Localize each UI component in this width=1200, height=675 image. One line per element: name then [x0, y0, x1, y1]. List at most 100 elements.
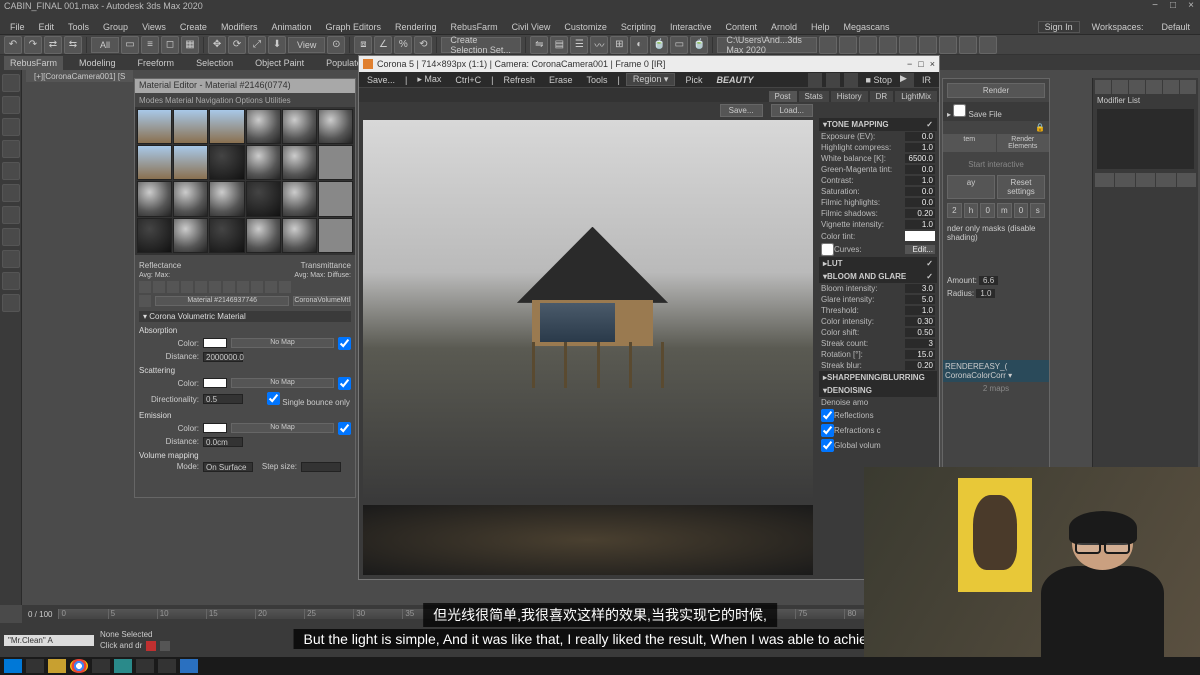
me-tool[interactable] [181, 281, 193, 293]
modstack-btn[interactable] [1136, 173, 1155, 187]
volmap-mode-dropdown[interactable]: On Surface [203, 462, 253, 472]
app-icon-3[interactable] [180, 659, 198, 673]
maximize-icon[interactable]: □ [1168, 1, 1178, 11]
rsetup-ray-button[interactable]: ay [947, 175, 995, 199]
menu-edit[interactable]: Edit [33, 22, 61, 32]
signin-button[interactable]: Sign In [1038, 21, 1080, 33]
me-tool[interactable] [139, 281, 151, 293]
mat-slot[interactable] [137, 181, 172, 216]
scat-color-swatch[interactable] [203, 378, 227, 388]
vtool-11[interactable] [2, 294, 20, 312]
vfb-fit-icon[interactable] [826, 73, 840, 87]
emi-map-check[interactable] [338, 422, 351, 435]
vfb-stop-button[interactable]: ■ Stop [862, 75, 896, 85]
tab-rebusfarm[interactable]: RebusFarm [4, 56, 63, 70]
tab-freeform[interactable]: Freeform [132, 56, 181, 70]
toolbar-btn-e[interactable] [899, 36, 917, 54]
place-icon[interactable]: ⬇ [268, 36, 286, 54]
toolbar-btn-h[interactable] [959, 36, 977, 54]
unlink-icon[interactable]: ⇆ [64, 36, 82, 54]
menu-tools[interactable]: Tools [62, 22, 95, 32]
obs-icon[interactable] [136, 659, 154, 673]
single-bounce-check[interactable] [267, 392, 280, 405]
color-intensity-field[interactable]: 0.30 [905, 317, 935, 326]
schematic-icon[interactable]: ⊞ [610, 36, 628, 54]
menu-file[interactable]: File [4, 22, 31, 32]
rotate-icon[interactable]: ⟳ [228, 36, 246, 54]
rotation-field[interactable]: 15.0 [905, 350, 935, 359]
start-button[interactable] [4, 659, 22, 673]
vfb-close-icon[interactable]: × [930, 59, 935, 69]
viewport-tab[interactable]: [+][CoronaCamera001] [S [26, 70, 133, 82]
menu-interactive[interactable]: Interactive [664, 22, 718, 32]
render-button[interactable]: Render [947, 83, 1045, 98]
tab-objectpaint[interactable]: Object Paint [249, 56, 310, 70]
undo-icon[interactable]: ↶ [4, 36, 22, 54]
highlight-field[interactable]: 1.0 [905, 143, 935, 152]
vfb-tab-lightmix[interactable]: LightMix [895, 91, 937, 102]
mat-slot[interactable] [282, 145, 317, 180]
me-menu-material[interactable]: Material [165, 96, 193, 105]
script-icon[interactable] [160, 641, 170, 651]
directionality-field[interactable]: 0.5 [203, 394, 243, 404]
mat-slot[interactable] [173, 218, 208, 253]
mrclean-field[interactable]: "Mr.Clean" A [4, 635, 94, 646]
gmtint-field[interactable]: 0.0 [905, 165, 935, 174]
snap-icon[interactable]: ⧈ [354, 36, 372, 54]
vfb-titlebar[interactable]: Corona 5 | 714×893px (1:1) | Camera: Cor… [359, 56, 939, 72]
toolbar-btn-g[interactable] [939, 36, 957, 54]
vtool-2[interactable] [2, 96, 20, 114]
align-icon[interactable]: ▤ [550, 36, 568, 54]
toolbar-btn-a[interactable] [819, 36, 837, 54]
mat-slot[interactable] [209, 181, 244, 216]
menu-megascans[interactable]: Megascans [838, 22, 896, 32]
mat-slot[interactable] [246, 145, 281, 180]
me-tool[interactable] [153, 281, 165, 293]
rsetup-tab-tem[interactable]: tem [943, 134, 996, 152]
vfb-savepreset-button[interactable]: Save... [720, 104, 763, 117]
path-field[interactable]: C:\Users\And...3ds Max 2020 [717, 37, 817, 53]
cmdtab-modify-icon[interactable] [1112, 80, 1128, 94]
rsetup-tab-elements[interactable]: Render Elements [997, 134, 1050, 152]
me-menu-utilities[interactable]: Utilities [265, 96, 291, 105]
render-image[interactable] [363, 120, 813, 501]
whitebalance-field[interactable]: 6500.0 [905, 154, 935, 163]
vfb-tools-button[interactable]: Tools [583, 75, 612, 85]
vfb-zoom-icon[interactable] [808, 73, 822, 87]
app-icon-2[interactable] [158, 659, 176, 673]
globalvol-check[interactable] [821, 439, 834, 452]
lut-header[interactable]: LUT [827, 259, 843, 268]
layers-icon[interactable]: ☰ [570, 36, 588, 54]
mat-slot[interactable] [282, 218, 317, 253]
select-rect-icon[interactable]: ◻ [161, 36, 179, 54]
mat-slot[interactable] [318, 218, 353, 253]
menu-arnold[interactable]: Arnold [765, 22, 803, 32]
selection-set-dropdown[interactable]: Create Selection Set... [441, 37, 521, 53]
mat-slot[interactable] [282, 181, 317, 216]
denoise-header[interactable]: DENOISING [827, 386, 872, 395]
vfb-tab-stats[interactable]: Stats [799, 91, 829, 102]
menu-group[interactable]: Group [97, 22, 134, 32]
menu-scripting[interactable]: Scripting [615, 22, 662, 32]
vtool-8[interactable] [2, 228, 20, 246]
chrome-icon[interactable] [70, 659, 88, 673]
vtool-6[interactable] [2, 184, 20, 202]
menu-rendering[interactable]: Rendering [389, 22, 443, 32]
move-icon[interactable]: ✥ [208, 36, 226, 54]
vfb-maximize-icon[interactable]: □ [918, 59, 923, 69]
explorer-icon[interactable] [48, 659, 66, 673]
menu-grapheditors[interactable]: Graph Editors [319, 22, 387, 32]
curves-edit-button[interactable]: Edit... [905, 245, 935, 254]
mat-slot[interactable] [173, 109, 208, 144]
modstack-btn[interactable] [1156, 173, 1175, 187]
taskview-icon[interactable] [26, 659, 44, 673]
vfb-region-dropdown[interactable]: Region ▾ [626, 73, 676, 86]
abs-color-swatch[interactable] [203, 338, 227, 348]
select-icon[interactable]: ▭ [121, 36, 139, 54]
mat-slot[interactable] [246, 181, 281, 216]
vfb-minimize-icon[interactable]: − [907, 59, 912, 69]
curve-editor-icon[interactable]: 〰 [590, 36, 608, 54]
start-interactive-button[interactable]: Start interactive [943, 158, 1049, 171]
vfb-tab-post[interactable]: Post [769, 91, 797, 102]
vfb-tomax-button[interactable]: ▸ Max [413, 74, 445, 85]
